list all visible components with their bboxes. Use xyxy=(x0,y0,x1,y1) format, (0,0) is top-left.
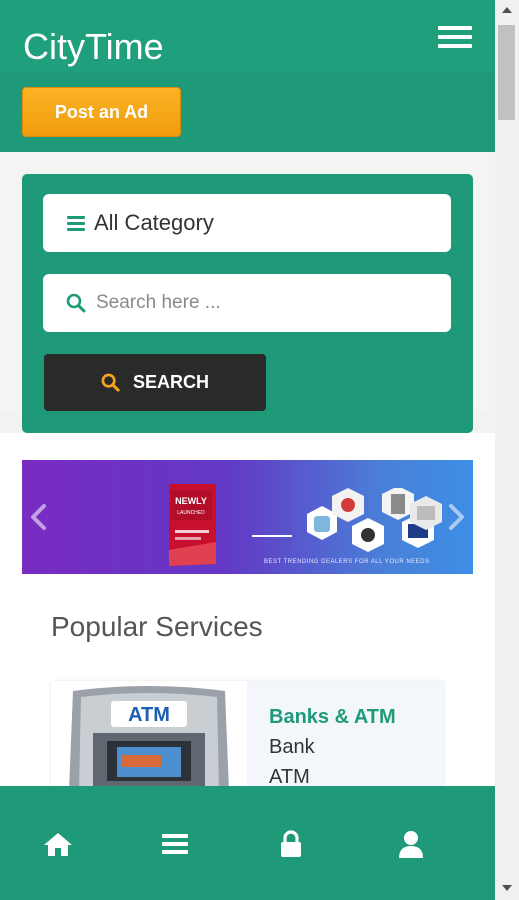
page-scrollbar[interactable] xyxy=(495,0,519,900)
lock-icon[interactable] xyxy=(276,830,306,858)
scroll-up-icon[interactable] xyxy=(495,0,519,20)
search-button[interactable]: SEARCH xyxy=(44,354,266,411)
promo-badge-image: NEWLY LAUNCHED xyxy=(169,484,216,566)
products-collage-image xyxy=(252,488,442,552)
bottom-nav xyxy=(0,786,495,900)
service-subitem[interactable]: Bank xyxy=(269,736,315,759)
atm-sign-text: ATM xyxy=(128,704,170,726)
list-icon[interactable] xyxy=(160,830,190,858)
promo-banner[interactable]: NEWLY LAUNCHED BEST TRENDING DEALERS FOR… xyxy=(22,460,473,574)
list-icon xyxy=(67,216,85,231)
search-panel: All Category SEARCH xyxy=(22,174,473,433)
home-icon[interactable] xyxy=(43,830,73,858)
category-select-label: All Category xyxy=(94,210,214,235)
post-ad-button[interactable]: Post an Ad xyxy=(22,87,181,137)
header: CityTime Post an Ad xyxy=(0,0,495,152)
service-info: Banks & ATM Bank ATM xyxy=(247,681,444,791)
category-select[interactable]: All Category xyxy=(43,194,451,252)
service-card-banks-atm[interactable]: ATM Banks & ATM Bank ATM xyxy=(51,681,444,791)
promo-badge-line2: LAUNCHED xyxy=(177,510,205,516)
chevron-right-icon[interactable] xyxy=(442,500,470,534)
search-input[interactable] xyxy=(94,291,428,315)
page: CityTime Post an Ad All Category Search … xyxy=(0,0,495,900)
scroll-down-icon[interactable] xyxy=(495,878,519,898)
hamburger-menu-icon[interactable] xyxy=(438,26,472,54)
service-name[interactable]: Banks & ATM xyxy=(269,706,396,729)
chevron-left-icon[interactable] xyxy=(25,500,53,534)
search-field[interactable] xyxy=(43,274,451,332)
user-icon[interactable] xyxy=(396,830,426,858)
banner-tagline: BEST TRENDING DEALERS FOR ALL YOUR NEEDS xyxy=(264,559,430,565)
atm-machine-image: ATM xyxy=(51,681,247,791)
search-button-label: SEARCH xyxy=(133,372,210,392)
section-title: Popular Services xyxy=(51,611,263,642)
scrollbar-thumb[interactable] xyxy=(498,25,515,120)
search-icon xyxy=(66,293,86,313)
search-icon xyxy=(101,373,120,392)
promo-badge-line1: NEWLY xyxy=(175,496,207,506)
brand-logo[interactable]: CityTime xyxy=(23,26,164,68)
